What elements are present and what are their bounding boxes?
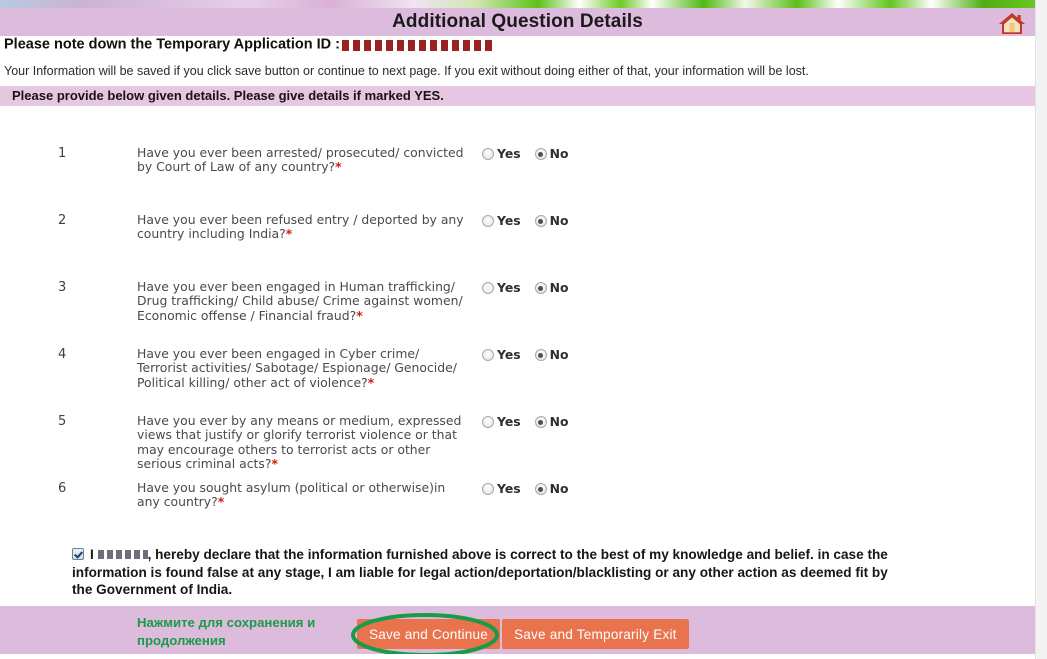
question-number: 1 bbox=[58, 146, 67, 161]
question-number: 5 bbox=[58, 414, 67, 429]
radio-no[interactable]: No bbox=[534, 280, 569, 295]
question-number: 6 bbox=[58, 481, 67, 496]
question-text: Have you ever by any means or medium, ex… bbox=[137, 413, 467, 471]
page-container: Additional Question Details Please note … bbox=[0, 0, 1035, 659]
title-bar: Additional Question Details bbox=[0, 8, 1035, 36]
save-info-note: Your Information will be saved if you cl… bbox=[4, 64, 809, 78]
radio-no[interactable]: No bbox=[534, 213, 569, 228]
radio-no-icon[interactable] bbox=[534, 148, 547, 160]
question-text-body: Have you sought asylum (political or oth… bbox=[137, 480, 446, 510]
question-options: Yes No bbox=[482, 481, 569, 496]
annotation-instruction-text: Нажмите для сохранения и продолжения bbox=[137, 615, 316, 648]
radio-yes-icon[interactable] bbox=[482, 416, 494, 428]
question-options: Yes No bbox=[482, 213, 569, 228]
declaration-checkbox[interactable] bbox=[72, 548, 84, 560]
footer-bottom-edge bbox=[0, 654, 1035, 659]
radio-yes-icon[interactable] bbox=[482, 282, 494, 294]
radio-yes-icon[interactable] bbox=[482, 148, 494, 160]
radio-yes-icon[interactable] bbox=[482, 215, 494, 227]
question-options: Yes No bbox=[482, 414, 569, 429]
radio-yes[interactable]: Yes bbox=[482, 280, 521, 295]
radio-yes[interactable]: Yes bbox=[482, 414, 521, 429]
declaration-prefix: I bbox=[90, 547, 98, 562]
declaration-text: , hereby declare that the information fu… bbox=[72, 547, 888, 597]
question-text-body: Have you ever been engaged in Human traf… bbox=[137, 279, 463, 323]
radio-no-icon[interactable] bbox=[534, 282, 547, 294]
radio-yes-icon[interactable] bbox=[482, 483, 494, 495]
radio-no-label: No bbox=[549, 347, 569, 362]
question-options: Yes No bbox=[482, 280, 569, 295]
question-text: Have you ever been engaged in Cyber crim… bbox=[137, 346, 467, 390]
temporary-application-id-value-redacted bbox=[341, 40, 492, 51]
required-asterisk: * bbox=[271, 455, 278, 471]
question-text-body: Have you ever been refused entry / depor… bbox=[137, 212, 464, 242]
instruction-text: Please provide below given details. Plea… bbox=[12, 88, 444, 103]
radio-no-icon[interactable] bbox=[534, 349, 547, 361]
radio-no-label: No bbox=[549, 213, 569, 228]
question-text-body: Have you ever by any means or medium, ex… bbox=[137, 413, 462, 471]
radio-yes[interactable]: Yes bbox=[482, 213, 521, 228]
declaration-name-redacted bbox=[97, 549, 148, 559]
temporary-application-id-label: Please note down the Temporary Applicati… bbox=[4, 36, 340, 53]
radio-no-label: No bbox=[549, 280, 569, 295]
right-gutter bbox=[1035, 0, 1047, 659]
required-asterisk: * bbox=[335, 159, 342, 175]
question-text-body: Have you ever been arrested/ prosecuted/… bbox=[137, 145, 464, 175]
temporary-application-id-row: Please note down the Temporary Applicati… bbox=[4, 34, 492, 54]
question-text: Have you ever been refused entry / depor… bbox=[137, 212, 467, 242]
required-asterisk: * bbox=[217, 494, 225, 510]
question-options: Yes No bbox=[482, 146, 569, 161]
radio-no-icon[interactable] bbox=[534, 416, 547, 428]
required-asterisk: * bbox=[356, 307, 363, 323]
question-text: Have you ever been engaged in Human traf… bbox=[137, 279, 467, 323]
radio-yes-label: Yes bbox=[497, 146, 521, 161]
declaration-block: I , hereby declare that the information … bbox=[72, 546, 892, 599]
radio-yes[interactable]: Yes bbox=[482, 347, 521, 362]
radio-yes[interactable]: Yes bbox=[482, 146, 521, 161]
question-number: 4 bbox=[58, 347, 67, 362]
instruction-band: Please provide below given details. Plea… bbox=[0, 86, 1035, 106]
home-icon[interactable] bbox=[995, 9, 1029, 37]
page-title: Additional Question Details bbox=[392, 11, 643, 32]
question-text: Have you ever been arrested/ prosecuted/… bbox=[137, 145, 467, 175]
radio-yes-label: Yes bbox=[497, 280, 521, 295]
radio-no[interactable]: No bbox=[534, 414, 569, 429]
required-asterisk: * bbox=[367, 374, 375, 390]
required-asterisk: * bbox=[285, 226, 293, 242]
radio-yes-label: Yes bbox=[497, 414, 521, 429]
save-and-continue-button[interactable]: Save and Continue bbox=[357, 619, 501, 649]
save-and-temporarily-exit-button[interactable]: Save and Temporarily Exit bbox=[502, 619, 689, 649]
radio-yes[interactable]: Yes bbox=[482, 481, 521, 496]
radio-yes-icon[interactable] bbox=[482, 349, 494, 361]
question-text: Have you sought asylum (political or oth… bbox=[137, 480, 467, 510]
radio-no[interactable]: No bbox=[534, 146, 569, 161]
radio-no[interactable]: No bbox=[534, 347, 569, 362]
question-text-body: Have you ever been engaged in Cyber crim… bbox=[137, 346, 457, 390]
radio-no-icon[interactable] bbox=[534, 483, 547, 495]
radio-no-label: No bbox=[549, 414, 569, 429]
radio-no-icon[interactable] bbox=[534, 215, 547, 227]
question-number: 3 bbox=[58, 280, 67, 295]
radio-no-label: No bbox=[549, 146, 569, 161]
radio-yes-label: Yes bbox=[497, 481, 521, 496]
decorative-banner-strip bbox=[0, 0, 1035, 8]
question-options: Yes No bbox=[482, 347, 569, 362]
question-number: 2 bbox=[58, 213, 67, 228]
radio-no[interactable]: No bbox=[534, 481, 569, 496]
radio-yes-label: Yes bbox=[497, 213, 521, 228]
radio-yes-label: Yes bbox=[497, 347, 521, 362]
radio-no-label: No bbox=[549, 481, 569, 496]
